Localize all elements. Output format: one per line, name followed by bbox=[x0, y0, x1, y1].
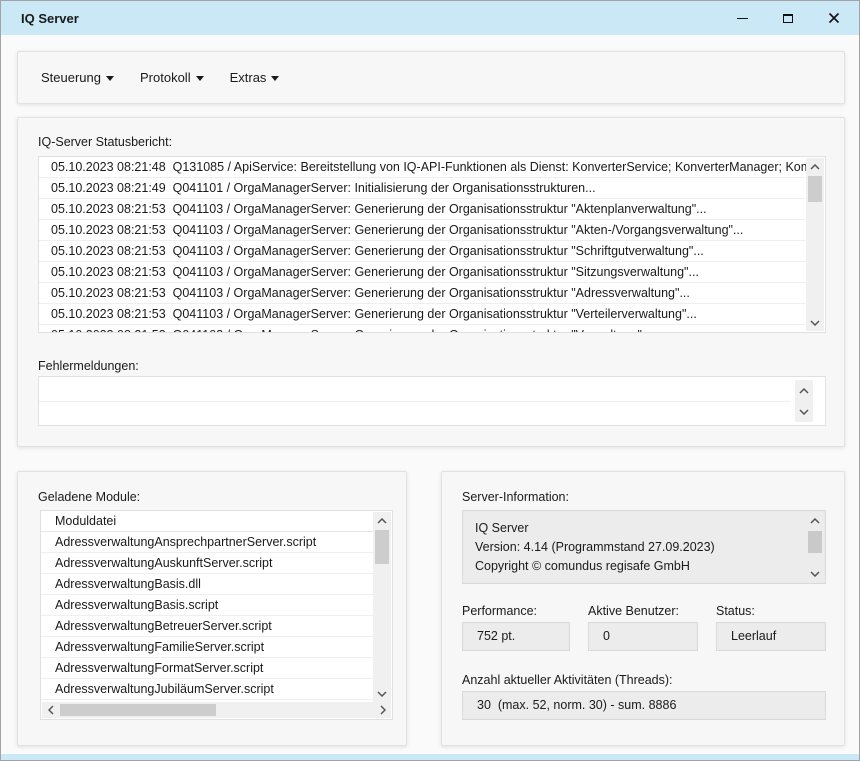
module-items: AdressverwaltungAnsprechpartnerServer.sc… bbox=[41, 532, 373, 720]
module-row[interactable]: AdressverwaltungBasis.dll bbox=[41, 574, 373, 595]
status-log-row[interactable]: 05.10.2023 08:21:53 Q041103 / OrgaManage… bbox=[39, 262, 806, 283]
status-report-label: IQ-Server Statusbericht: bbox=[38, 135, 172, 149]
server-info-line-product: IQ Server bbox=[475, 519, 813, 538]
server-info-text: IQ Server Version: 4.14 (Programmstand 2… bbox=[463, 511, 825, 584]
errors-list[interactable] bbox=[38, 376, 826, 426]
close-button[interactable] bbox=[811, 1, 857, 35]
status-log-row[interactable]: 05.10.2023 08:21:53 Q041103 / OrgaManage… bbox=[39, 241, 806, 262]
scroll-down-arrow[interactable] bbox=[373, 685, 391, 702]
module-list-vscrollbar[interactable] bbox=[373, 512, 391, 702]
status-list-vscrollbar[interactable] bbox=[806, 158, 824, 331]
menu-extras-label: Extras bbox=[230, 70, 267, 85]
scroll-up-arrow[interactable] bbox=[806, 512, 824, 529]
active-users-value: 0 bbox=[588, 622, 698, 651]
module-list-header: Moduldatei bbox=[41, 511, 373, 532]
chevron-down-icon bbox=[271, 76, 279, 81]
module-list[interactable]: Moduldatei AdressverwaltungAnsprechpartn… bbox=[40, 510, 393, 720]
menu-extras[interactable]: Extras bbox=[224, 64, 286, 91]
threads-value: 30 (max. 52, norm. 30) - sum. 8886 bbox=[462, 691, 826, 720]
scroll-down-arrow[interactable] bbox=[806, 314, 824, 331]
window-title: IQ Server bbox=[21, 11, 79, 26]
module-row[interactable]: AdressverwaltungAnsprechpartnerServer.sc… bbox=[41, 532, 373, 553]
scroll-up-arrow[interactable] bbox=[806, 158, 824, 175]
iq-server-window: IQ Server Steuerung Protokoll Extr bbox=[0, 0, 860, 761]
maximize-button[interactable] bbox=[765, 1, 811, 35]
status-label: Status: bbox=[716, 604, 755, 618]
scroll-thumb[interactable] bbox=[375, 530, 389, 564]
maximize-icon bbox=[783, 14, 793, 23]
window-controls bbox=[719, 1, 857, 35]
status-group: IQ-Server Statusbericht: 05.10.2023 08:2… bbox=[17, 117, 845, 447]
performance-label: Performance: bbox=[462, 604, 537, 618]
scroll-thumb[interactable] bbox=[60, 704, 216, 716]
scroll-thumb[interactable] bbox=[808, 176, 822, 202]
server-info-label: Server-Information: bbox=[462, 490, 569, 504]
server-info-group: Server-Information: IQ Server Version: 4… bbox=[441, 471, 845, 746]
status-log-row[interactable]: 05.10.2023 08:21:53 Q041103 / OrgaManage… bbox=[39, 325, 806, 333]
errors-list-vscrollbar[interactable] bbox=[795, 380, 813, 422]
status-report-rows: 05.10.2023 08:21:48 Q131085 / ApiService… bbox=[39, 157, 806, 333]
scroll-down-arrow[interactable] bbox=[795, 403, 813, 420]
performance-value: 752 pt. bbox=[462, 622, 570, 651]
server-info-vscrollbar[interactable] bbox=[806, 512, 824, 582]
status-log-row[interactable]: 05.10.2023 08:21:53 Q041103 / OrgaManage… bbox=[39, 220, 806, 241]
menu-bar: Steuerung Protokoll Extras bbox=[17, 51, 845, 104]
empty-row-separator bbox=[39, 401, 791, 402]
errors-label: Fehlermeldungen: bbox=[38, 359, 139, 373]
module-row[interactable]: AdressverwaltungBasis.script bbox=[41, 595, 373, 616]
active-users-label: Aktive Benutzer: bbox=[588, 604, 679, 618]
scroll-down-arrow[interactable] bbox=[806, 565, 824, 582]
module-rows: Moduldatei AdressverwaltungAnsprechpartn… bbox=[41, 511, 373, 720]
module-row[interactable]: AdressverwaltungJubiläumServer.script bbox=[41, 679, 373, 700]
scroll-left-arrow[interactable] bbox=[42, 702, 59, 718]
module-list-hscrollbar[interactable] bbox=[42, 702, 391, 718]
chevron-down-icon bbox=[106, 76, 114, 81]
scroll-right-arrow[interactable] bbox=[374, 702, 391, 718]
menu-protokoll-label: Protokoll bbox=[140, 70, 191, 85]
module-row[interactable]: AdressverwaltungAuskunftServer.script bbox=[41, 553, 373, 574]
minimize-button[interactable] bbox=[719, 1, 765, 35]
menu-steuerung[interactable]: Steuerung bbox=[35, 64, 120, 91]
server-info-line-version: Version: 4.14 (Programmstand 27.09.2023) bbox=[475, 538, 813, 557]
scroll-up-arrow[interactable] bbox=[373, 512, 391, 529]
status-log-row[interactable]: 05.10.2023 08:21:48 Q131085 / ApiService… bbox=[39, 157, 806, 178]
chevron-down-icon bbox=[196, 76, 204, 81]
modules-group: Geladene Module: Moduldatei Adressverwal… bbox=[17, 471, 407, 746]
threads-label: Anzahl aktueller Aktivitäten (Threads): bbox=[462, 673, 673, 687]
modules-label: Geladene Module: bbox=[38, 490, 140, 504]
status-log-row[interactable]: 05.10.2023 08:21:53 Q041103 / OrgaManage… bbox=[39, 199, 806, 220]
server-info-box: IQ Server Version: 4.14 (Programmstand 2… bbox=[462, 510, 826, 584]
minimize-icon bbox=[737, 18, 748, 19]
menu-protokoll[interactable]: Protokoll bbox=[134, 64, 210, 91]
window-bottom-edge bbox=[1, 754, 859, 760]
menu-steuerung-label: Steuerung bbox=[41, 70, 101, 85]
status-report-list[interactable]: 05.10.2023 08:21:48 Q131085 / ApiService… bbox=[38, 156, 826, 333]
status-log-row[interactable]: 05.10.2023 08:21:53 Q041103 / OrgaManage… bbox=[39, 304, 806, 325]
status-log-row[interactable]: 05.10.2023 08:21:53 Q041103 / OrgaManage… bbox=[39, 283, 806, 304]
module-row[interactable]: AdressverwaltungBetreuerServer.script bbox=[41, 616, 373, 637]
close-icon bbox=[828, 12, 840, 24]
module-row[interactable]: AdressverwaltungFormatServer.script bbox=[41, 658, 373, 679]
module-row[interactable]: AdressverwaltungFamilieServer.script bbox=[41, 637, 373, 658]
status-value: Leerlauf bbox=[716, 622, 826, 651]
scroll-up-arrow[interactable] bbox=[795, 382, 813, 399]
status-log-row[interactable]: 05.10.2023 08:21:49 Q041101 / OrgaManage… bbox=[39, 178, 806, 199]
scroll-thumb[interactable] bbox=[808, 531, 822, 553]
titlebar: IQ Server bbox=[1, 1, 859, 35]
server-info-line-copyright: Copyright © comundus regisafe GmbH bbox=[475, 557, 813, 576]
